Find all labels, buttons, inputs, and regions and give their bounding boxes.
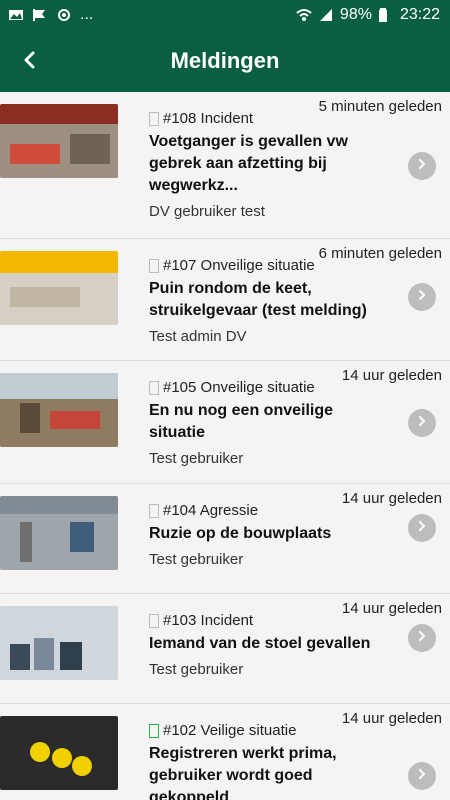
chevron-right-icon <box>416 629 428 647</box>
chevron-right-icon <box>416 157 428 175</box>
item-id-category: #108 Incident <box>163 110 254 127</box>
list-item[interactable]: 14 uur geleden #104 Agressie Ruzie op de… <box>0 484 450 594</box>
more-notifications: ... <box>80 6 94 23</box>
page-title: Meldingen <box>170 48 280 73</box>
list-item[interactable]: 6 minuten geleden #107 Onveilige situati… <box>0 239 450 361</box>
status-bar: ... 98% 23:22 <box>0 0 450 32</box>
chevron-right-icon <box>416 414 428 432</box>
thumbnail-image <box>0 251 118 325</box>
thumbnail-image <box>0 496 118 570</box>
status-icon <box>149 111 159 126</box>
chevron-right-icon <box>416 767 428 785</box>
item-headline: Ruzie op de bouwplaats <box>149 525 332 542</box>
thumbnail-image <box>0 373 118 447</box>
status-icon <box>149 380 159 395</box>
item-content: #103 Incident Iemand van de stoel gevall… <box>149 612 390 678</box>
item-content: #108 Incident Voetganger is gevallen vw … <box>149 110 390 220</box>
notification-list: 5 minuten geleden #108 Incident Voetgang… <box>0 92 450 800</box>
item-headline: Iemand van de stoel gevallen <box>149 635 371 652</box>
wifi-icon <box>296 7 312 23</box>
list-item[interactable]: 14 uur geleden #102 Veilige situatie Reg… <box>0 704 450 800</box>
battery-percent: 98% <box>339 6 372 23</box>
item-meta: #108 Incident <box>149 110 390 127</box>
item-author: DV gebruiker test <box>149 203 265 220</box>
chevron-right-icon <box>416 288 428 306</box>
thumbnail-image <box>0 104 118 178</box>
open-item-button[interactable] <box>408 283 436 311</box>
signal-icon <box>318 7 334 23</box>
item-author: Test gebruiker <box>149 551 244 568</box>
item-author: Test admin DV <box>149 328 247 345</box>
app-header: Meldingen <box>0 32 450 92</box>
status-icon <box>149 723 159 738</box>
item-id-category: #102 Veilige situatie <box>163 722 297 739</box>
open-item-button[interactable] <box>408 762 436 790</box>
open-item-button[interactable] <box>408 152 436 180</box>
item-id-category: #107 Onveilige situatie <box>163 257 315 274</box>
item-headline: Registreren werkt prima, gebruiker wordt… <box>149 745 337 800</box>
settings-icon <box>56 7 72 23</box>
open-item-button[interactable] <box>408 624 436 652</box>
thumbnail-image <box>0 716 118 790</box>
item-author: Test gebruiker <box>149 450 244 467</box>
status-icon <box>149 503 159 518</box>
item-content: #104 Agressie Ruzie op de bouwplaats Tes… <box>149 502 390 568</box>
item-id-category: #104 Agressie <box>163 502 259 519</box>
notification-icons: ... <box>8 6 93 24</box>
battery-icon <box>378 7 394 23</box>
clock: 23:22 <box>399 6 440 23</box>
status-icon <box>149 613 159 628</box>
item-meta: #105 Onveilige situatie <box>149 379 390 396</box>
item-author: Test gebruiker <box>149 661 244 678</box>
item-headline: Puin rondom de keet, struikelgevaar (tes… <box>149 280 367 319</box>
list-item[interactable]: 14 uur geleden #103 Incident Iemand van … <box>0 594 450 704</box>
item-content: #107 Onveilige situatie Puin rondom de k… <box>149 257 390 345</box>
gallery-icon <box>8 7 24 23</box>
open-item-button[interactable] <box>408 514 436 542</box>
system-icons: 98% 23:22 <box>296 6 440 24</box>
status-icon <box>149 258 159 273</box>
item-headline: En nu nog een onveilige situatie <box>149 402 334 441</box>
list-item[interactable]: 5 minuten geleden #108 Incident Voetgang… <box>0 92 450 239</box>
item-content: #102 Veilige situatie Registreren werkt … <box>149 722 390 800</box>
item-meta: #104 Agressie <box>149 502 390 519</box>
item-id-category: #103 Incident <box>163 612 254 629</box>
item-meta: #103 Incident <box>149 612 390 629</box>
open-item-button[interactable] <box>408 409 436 437</box>
thumbnail-image <box>0 606 118 680</box>
chevron-right-icon <box>416 519 428 537</box>
item-meta: #107 Onveilige situatie <box>149 257 390 274</box>
item-content: #105 Onveilige situatie En nu nog een on… <box>149 379 390 467</box>
item-meta: #102 Veilige situatie <box>149 722 390 739</box>
item-headline: Voetganger is gevallen vw gebrek aan afz… <box>149 133 348 194</box>
list-item[interactable]: 14 uur geleden #105 Onveilige situatie E… <box>0 361 450 484</box>
check-flag-icon <box>32 7 48 23</box>
item-id-category: #105 Onveilige situatie <box>163 379 315 396</box>
